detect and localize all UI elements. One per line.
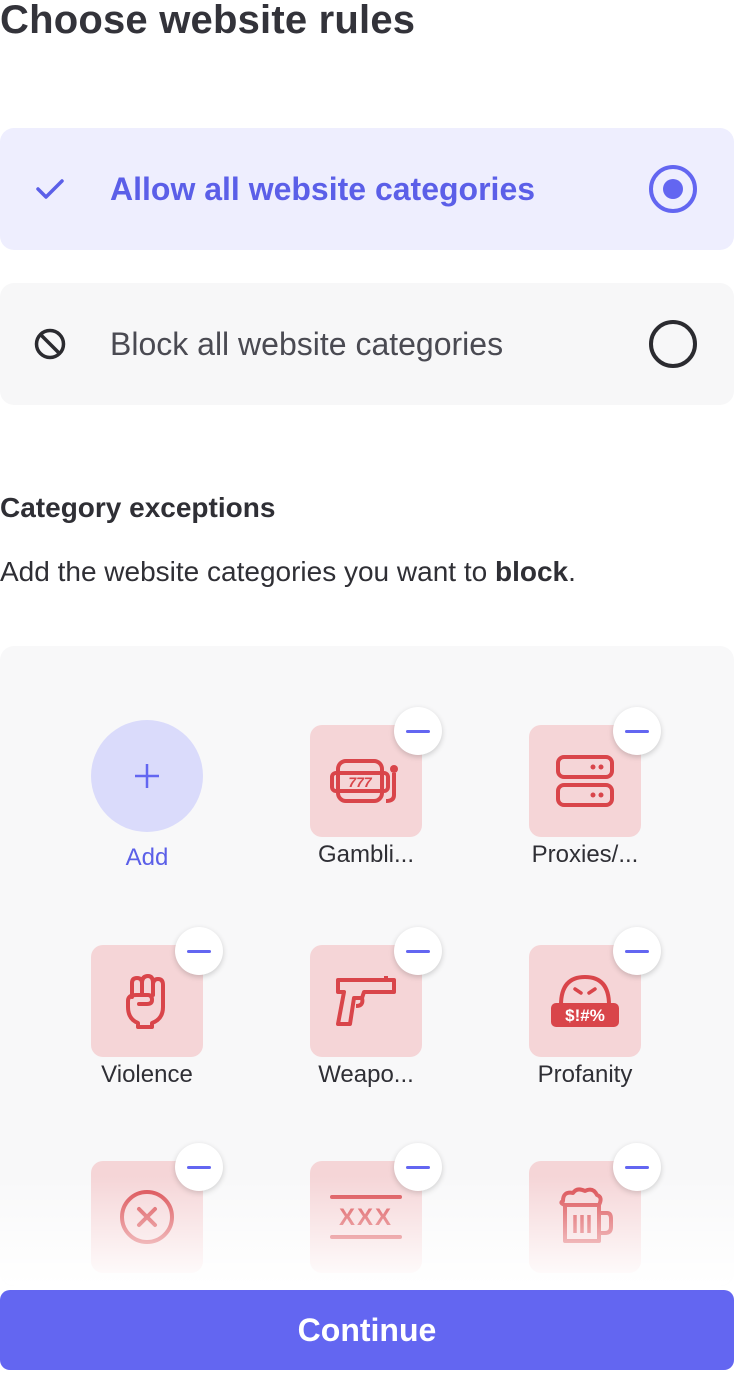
- description-text: Add the website categories you want to: [0, 556, 495, 587]
- plus-icon: [135, 764, 159, 788]
- category-label: Profanity: [537, 1061, 633, 1088]
- gun-icon: [336, 976, 396, 1026]
- xxx-icon: XXX: [330, 1195, 402, 1239]
- category-label: Gambli...: [317, 841, 415, 868]
- svg-text:$!#%: $!#%: [565, 1006, 605, 1025]
- fist-icon: [126, 974, 165, 1029]
- category-tile-x[interactable]: [91, 1143, 223, 1273]
- block-all-radio[interactable]: [649, 320, 697, 368]
- svg-text:777: 777: [348, 774, 373, 790]
- beer-mug-icon: [559, 1187, 613, 1243]
- category-exceptions-description: Add the website categories you want to b…: [0, 556, 576, 588]
- category-label: Weapo...: [318, 1061, 414, 1088]
- category-tile-violence[interactable]: Violence: [91, 927, 223, 1088]
- remove-category-button[interactable]: [613, 1143, 661, 1191]
- remove-category-button[interactable]: [613, 927, 661, 975]
- block-icon: [32, 326, 68, 362]
- category-tile-proxies[interactable]: Proxies/...: [529, 707, 661, 868]
- x-circle-icon: [120, 1190, 174, 1244]
- allow-all-radio[interactable]: [649, 165, 697, 213]
- add-category-label[interactable]: Add: [91, 844, 203, 872]
- category-tile-xxx[interactable]: XXX: [310, 1143, 442, 1273]
- slot-machine-icon: 777: [330, 759, 398, 803]
- remove-category-button[interactable]: [394, 1143, 442, 1191]
- remove-category-button[interactable]: [175, 927, 223, 975]
- allow-all-label: Allow all website categories: [110, 170, 536, 207]
- category-tile-profanity[interactable]: $!#% Profanity: [529, 927, 661, 1088]
- category-grid: Add 777 Gambli... Proxies/... Violence W…: [0, 646, 734, 1286]
- category-label: Proxies/...: [531, 841, 639, 868]
- category-label: Violence: [101, 1061, 193, 1088]
- remove-category-button[interactable]: [175, 1143, 223, 1191]
- category-tile-weapons[interactable]: Weapo...: [310, 927, 442, 1088]
- remove-category-button[interactable]: [394, 927, 442, 975]
- description-period: .: [568, 556, 576, 587]
- remove-category-button[interactable]: [613, 707, 661, 755]
- continue-button[interactable]: Continue: [0, 1290, 734, 1370]
- block-all-option[interactable]: Block all website categories: [0, 283, 734, 405]
- block-all-label: Block all website categories: [110, 325, 504, 362]
- add-category-button[interactable]: [91, 720, 203, 832]
- category-tile-alcohol[interactable]: [529, 1143, 661, 1273]
- category-tile-gambling[interactable]: 777 Gambli...: [310, 707, 442, 868]
- angry-face-icon: $!#%: [551, 974, 619, 1027]
- page-title: Choose website rules: [0, 0, 416, 42]
- remove-category-button[interactable]: [394, 707, 442, 755]
- svg-text:XXX: XXX: [339, 1204, 393, 1231]
- description-emphasis: block: [494, 556, 569, 587]
- server-icon: [556, 755, 614, 807]
- allow-all-option[interactable]: Allow all website categories: [0, 128, 734, 250]
- check-icon: [32, 171, 68, 207]
- category-exceptions-title: Category exceptions: [0, 492, 276, 523]
